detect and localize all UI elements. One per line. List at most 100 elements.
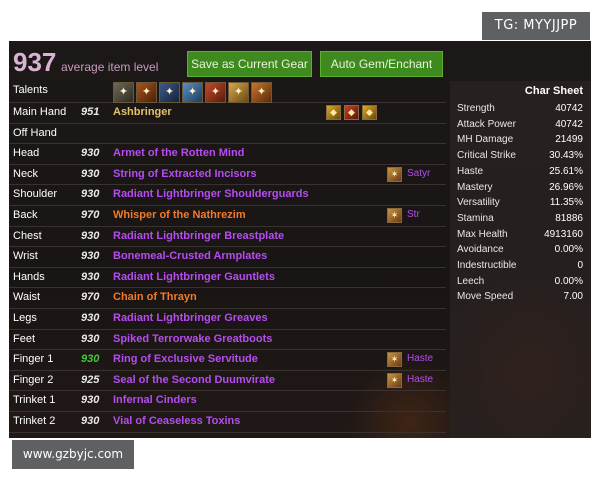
stat-row: Attack Power 40742 (450, 119, 591, 133)
stat-name: Strength (457, 103, 495, 114)
gear-slot-label: Finger 2 (13, 373, 54, 386)
talent-icon-7[interactable]: ✦ (251, 82, 272, 103)
stat-row: Critical Strike 30.43% (450, 150, 591, 164)
gear-item-name[interactable]: Vial of Ceaseless Toxins (113, 415, 240, 427)
stat-row: MH Damage 21499 (450, 134, 591, 148)
gear-item-level: 970 (81, 208, 100, 221)
gear-slot-label: Head (13, 147, 40, 160)
gear-slot-label: Main Hand (13, 106, 67, 118)
gear-row[interactable]: Head 930 Armet of the Rotten Mind (9, 144, 446, 165)
gear-row[interactable]: Legs 930 Radiant Lightbringer Greaves (9, 309, 446, 330)
talent-icon-3[interactable]: ✦ (159, 82, 180, 103)
gear-item-name[interactable]: Radiant Lightbringer Breastplate (113, 230, 284, 242)
watermark-bottom: www.gzbyjc.com (12, 440, 134, 469)
gear-row[interactable]: Shoulder 930 Radiant Lightbringer Shoulder… (9, 185, 446, 206)
stat-row: Haste 25.61% (450, 166, 591, 180)
gear-slot-label: Finger 1 (13, 353, 54, 366)
gear-row[interactable]: Trinket 1 930 Infernal Cinders (9, 391, 446, 412)
stat-value: 26.96% (549, 181, 583, 193)
gear-row[interactable]: Hands 930 Radiant Lightbringer Gauntlets (9, 268, 446, 289)
enchant-label: Haste (407, 353, 434, 365)
stat-name: Stamina (457, 212, 494, 224)
stat-row: Mastery 26.96% (450, 182, 591, 196)
enchant-icon: ✶ (387, 352, 402, 368)
gear-item-level: 930 (81, 414, 100, 427)
gear-item-level: 930 (81, 332, 100, 345)
stat-value: 0.00% (554, 275, 583, 287)
gear-item-name[interactable]: Bonemeal-Crusted Armplates (113, 250, 267, 262)
relic-holy-icon[interactable]: ◆ (326, 105, 341, 120)
stat-value: 25.61% (549, 165, 583, 177)
gear-item-name[interactable]: Ashbringer (113, 106, 172, 118)
gear-panel: 937 average item level Save as Current G… (9, 41, 591, 438)
gear-row[interactable]: Neck 930 String of Extracted Incisors ✶ Saty… (9, 165, 446, 186)
gear-row[interactable]: Feet 930 Spiked Terrorwake Greatboots (9, 330, 446, 351)
gear-item-name[interactable]: Seal of the Second Duumvirate (113, 374, 275, 386)
talent-icon-4[interactable]: ✦ (182, 82, 203, 103)
gear-row[interactable]: Waist 970 Chain of Thrayn (9, 288, 446, 309)
stat-value: 4913160 (544, 228, 583, 240)
gear-slot-label: Shoulder (13, 188, 58, 201)
gear-row[interactable]: Finger 1 930 Ring of Exclusive Servitude ✶ H… (9, 350, 446, 371)
gear-item-level: 930 (81, 167, 100, 180)
talents-row: Talents ✦ ✦ ✦ ✦ ✦ ✦ ✦ (9, 81, 446, 103)
average-item-level-label: average item level (61, 60, 159, 74)
relic-fire-icon[interactable]: ◆ (344, 105, 359, 120)
enchant-label: Haste (407, 373, 434, 385)
gear-row[interactable]: Wrist 930 Bonemeal-Crusted Armplates (9, 247, 446, 268)
stat-name: Versatility (457, 197, 500, 209)
char-sheet-title: Char Sheet (524, 85, 583, 97)
gear-list: Talents ✦ ✦ ✦ ✦ ✦ ✦ ✦ Main Hand 951 Ashbringer ◆ ◆… (9, 81, 446, 433)
gear-item-name[interactable]: Whisper of the Nathrezim (113, 209, 246, 221)
gear-row[interactable]: Finger 2 925 Seal of the Second Duumvirate… (9, 371, 446, 392)
gear-item-name[interactable]: Infernal Cinders (113, 394, 197, 406)
gear-slot-label: Trinket 1 (13, 394, 56, 407)
talent-icon-6[interactable]: ✦ (228, 82, 249, 103)
gear-slot-label: Hands (13, 270, 45, 283)
enchant-icon: ✶ (387, 207, 402, 223)
stat-row: Max Health 4913160 (450, 229, 591, 243)
gear-item-name[interactable]: Armet of the Rotten Mind (113, 147, 244, 159)
gear-row[interactable]: Off Hand (9, 124, 446, 145)
talent-icon-2[interactable]: ✦ (136, 82, 157, 103)
stat-name: MH Damage (457, 134, 514, 146)
gear-slot-label: Chest (13, 229, 42, 242)
stat-value: 40742 (555, 103, 583, 114)
gear-item-name[interactable]: Chain of Thrayn (113, 291, 197, 303)
gear-item-name[interactable]: Radiant Lightbringer Greaves (113, 312, 268, 324)
gear-item-name[interactable]: Spiked Terrorwake Greatboots (113, 333, 272, 345)
talent-icon-5[interactable]: ✦ (205, 82, 226, 103)
auto-gem-enchant-button[interactable]: Auto Gem/Enchant (320, 51, 443, 77)
gear-item-name[interactable]: Ring of Exclusive Servitude (113, 353, 258, 365)
gear-row[interactable]: Main Hand 951 Ashbringer ◆ ◆ ◆ (9, 103, 446, 124)
save-as-current-gear-button[interactable]: Save as Current Gear (187, 51, 312, 77)
gear-slot-label: Back (13, 208, 38, 221)
stat-name: Max Health (457, 228, 508, 240)
char-sheet-panel: Char Sheet Strength 40742 Attack Power 4074… (450, 81, 591, 438)
gear-item-level: 930 (81, 311, 100, 324)
gear-row[interactable]: Trinket 2 930 Vial of Ceaseless Toxins (9, 412, 446, 433)
gear-item-name[interactable]: String of Extracted Incisors (113, 168, 257, 180)
gear-slot-label: Feet (13, 332, 36, 345)
gear-row[interactable]: Chest 930 Radiant Lightbringer Breastplate (9, 227, 446, 248)
talent-icon-1[interactable]: ✦ (113, 82, 134, 103)
stat-name: Indestructible (457, 260, 517, 271)
gear-slot-label: Waist (13, 291, 41, 304)
talents-label: Talents (13, 84, 48, 96)
stat-name: Haste (457, 165, 484, 177)
stat-row: Indestructible 0 (450, 260, 591, 274)
gear-item-name[interactable]: Radiant Lightbringer Gauntlets (113, 271, 275, 283)
enchant-icon: ✶ (387, 166, 402, 182)
stat-row: Versatility 11.35% (450, 197, 591, 211)
stat-value: 11.35% (549, 197, 583, 209)
gear-item-name[interactable]: Radiant Lightbringer Shoulderguards (113, 188, 309, 200)
average-item-level: 937 (13, 47, 57, 77)
stat-value: 30.43% (549, 150, 583, 162)
gear-item-level: 970 (81, 291, 100, 304)
gear-item-level: 930 (81, 353, 100, 366)
gear-item-level: 930 (81, 188, 100, 201)
gear-item-level: 930 (81, 147, 100, 160)
relic-holy-icon[interactable]: ◆ (362, 105, 377, 120)
gear-item-level: 930 (81, 229, 100, 242)
gear-row[interactable]: Back 970 Whisper of the Nathrezim ✶ Str (9, 206, 446, 227)
